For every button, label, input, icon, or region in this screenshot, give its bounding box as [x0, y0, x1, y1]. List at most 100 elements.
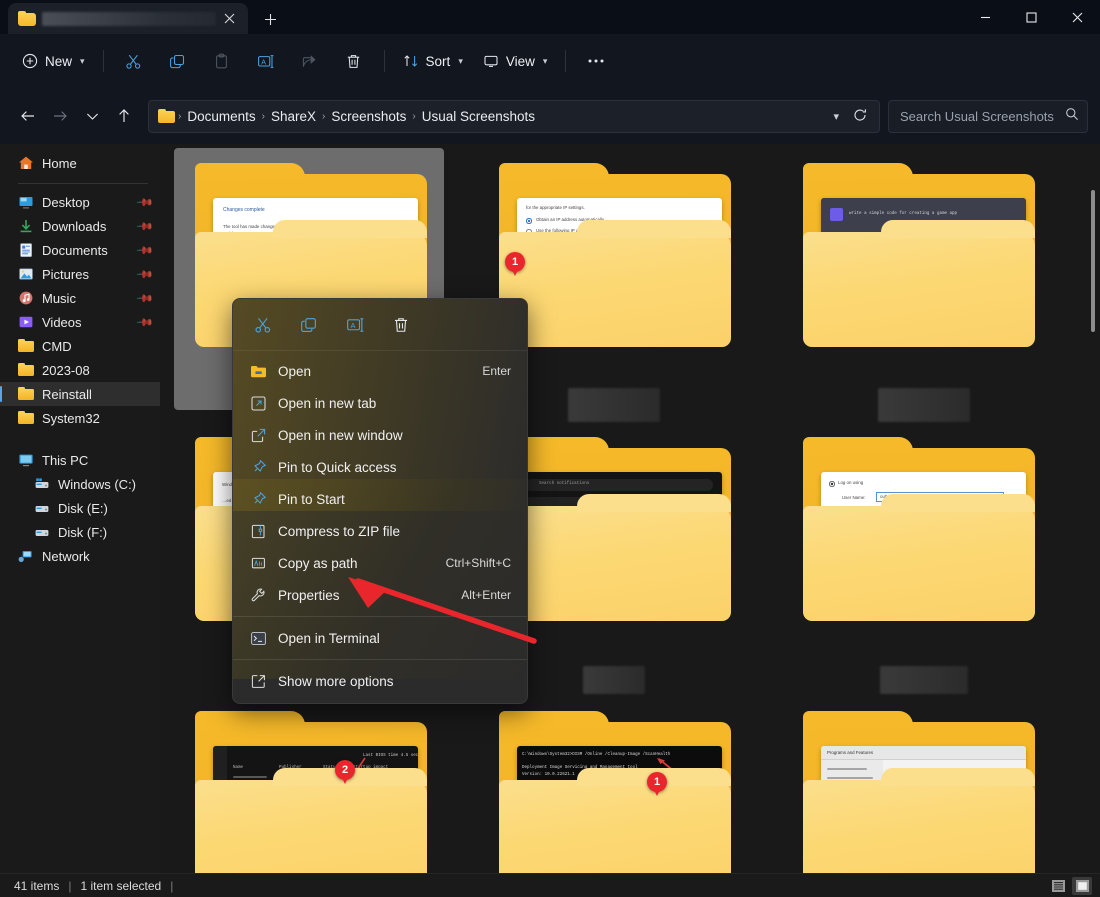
recent-locations-button[interactable] [76, 100, 108, 132]
sidebar-item-music[interactable]: Music 📌 [0, 286, 160, 310]
copy-button[interactable] [156, 44, 200, 78]
pin-icon [250, 459, 267, 476]
rename-button[interactable]: A [337, 308, 373, 342]
context-menu-item-properties[interactable]: Properties Alt+Enter [237, 579, 523, 611]
sidebar-item-disk-e[interactable]: Disk (E:) [0, 496, 160, 520]
sidebar-item-label: Disk (E:) [58, 501, 108, 516]
breadcrumb-item-usual-screenshots[interactable]: Usual Screenshots [417, 106, 540, 127]
sort-arrows-icon [403, 53, 419, 69]
copy-button[interactable] [291, 308, 327, 342]
context-menu-item-label: Show more options [278, 674, 394, 689]
breadcrumb-item-documents[interactable]: Documents [182, 106, 260, 127]
sidebar-gap [0, 430, 160, 439]
share-button[interactable] [288, 44, 332, 78]
context-menu-item-open-in-terminal[interactable]: Open in Terminal [237, 622, 523, 654]
forward-button[interactable] [44, 100, 76, 132]
sidebar-item-disk-f[interactable]: Disk (F:) [0, 520, 160, 544]
sidebar-item-cmd[interactable]: CMD [0, 334, 160, 358]
refresh-icon[interactable] [847, 108, 873, 125]
sidebar-item-label: Windows (C:) [58, 477, 136, 492]
breadcrumb-item-sharex[interactable]: ShareX [266, 106, 321, 127]
pin-icon[interactable]: 📌 [136, 289, 155, 308]
plus-circle-icon [22, 53, 38, 69]
more-options-button[interactable] [574, 44, 618, 78]
context-menu-item-pin-to-quick-access[interactable]: Pin to Quick access [237, 451, 523, 483]
sidebar-item-reinstall[interactable]: Reinstall [0, 382, 160, 406]
preview-row [233, 776, 267, 778]
search-input[interactable]: Search Usual Screenshots [888, 100, 1088, 133]
file-item-8[interactable]: C:\Windows\System32>DISM /Online /Cleanu… [478, 696, 782, 873]
sidebar-item-system32[interactable]: System32 [0, 406, 160, 430]
sidebar-item-this-pc[interactable]: This PC [0, 448, 160, 472]
file-item-3[interactable]: write a simple code for creating a game … [782, 148, 1086, 422]
navigation-pane[interactable]: Home Desktop 📌 Downloads 📌 Documents 📌 P… [0, 144, 160, 873]
context-menu-item-label: Open in new tab [278, 396, 376, 411]
new-button[interactable]: New ▾ [12, 44, 95, 78]
sidebar-item-documents[interactable]: Documents 📌 [0, 238, 160, 262]
file-item-7[interactable]: Last BIOS time 4.5 seconds Name Publishe… [174, 696, 478, 873]
delete-button[interactable] [332, 44, 376, 78]
status-separator: | [68, 879, 71, 893]
folder-icon [18, 362, 34, 378]
copy-path-icon [250, 555, 267, 572]
chevron-down-icon[interactable]: ▾ [825, 110, 847, 123]
context-menu-item-open[interactable]: Open Enter [237, 355, 523, 387]
sidebar-item-label: Disk (F:) [58, 525, 107, 540]
up-button[interactable] [108, 100, 140, 132]
view-button[interactable]: View ▾ [473, 44, 558, 78]
sort-button[interactable]: Sort ▾ [393, 44, 473, 78]
context-menu-item-compress-to-zip-file[interactable]: Compress to ZIP file [237, 515, 523, 547]
preview-text: Last BIOS time 4.5 seconds [363, 754, 418, 758]
sidebar-item-videos[interactable]: Videos 📌 [0, 310, 160, 334]
cut-button[interactable] [245, 308, 281, 342]
context-menu[interactable]: A Open Enter Open in new tab [232, 298, 528, 704]
window-controls [962, 0, 1100, 34]
maximize-icon[interactable] [1008, 0, 1054, 34]
sidebar-item-windows-c[interactable]: Windows (C:) [0, 472, 160, 496]
close-icon[interactable] [216, 6, 242, 32]
context-menu-item-show-more-options[interactable]: Show more options [237, 665, 523, 697]
annotation-badge: 1 [647, 772, 667, 792]
vertical-scrollbar[interactable] [1088, 144, 1098, 873]
pin-icon[interactable]: 📌 [136, 217, 155, 236]
scrollbar-thumb[interactable] [1091, 190, 1095, 332]
pin-icon[interactable]: 📌 [136, 241, 155, 260]
context-menu-item-open-in-new-window[interactable]: Open in new window [237, 419, 523, 451]
details-view-icon[interactable] [1048, 877, 1068, 895]
paste-button[interactable] [200, 44, 244, 78]
tab-strip [0, 0, 286, 34]
minimize-icon[interactable] [962, 0, 1008, 34]
sidebar-item-2023-08[interactable]: 2023-08 [0, 358, 160, 382]
back-button[interactable] [12, 100, 44, 132]
context-menu-item-open-in-new-tab[interactable]: Open in new tab [237, 387, 523, 419]
sidebar-item-network[interactable]: Network [0, 544, 160, 568]
sidebar-item-home[interactable]: Home [0, 149, 160, 177]
pin-icon[interactable]: 📌 [136, 193, 155, 212]
context-menu-item-shortcut: Ctrl+Shift+C [446, 556, 523, 570]
sidebar-item-desktop[interactable]: Desktop 📌 [0, 190, 160, 214]
selection-label: 1 item selected [80, 879, 161, 893]
folder-thumbnail: C:\Windows\System32>DISM /Online /Cleanu… [499, 722, 731, 873]
file-item-9[interactable]: Programs and Features [782, 696, 1086, 873]
context-menu-item-copy-as-path[interactable]: Copy as path Ctrl+Shift+C [237, 547, 523, 579]
rename-button[interactable]: A [244, 44, 288, 78]
folder-front [195, 780, 427, 873]
file-item-6[interactable]: Log on using User Name: outlook-username… [782, 422, 1086, 696]
pin-icon[interactable]: 📌 [136, 265, 155, 284]
new-tab-button[interactable] [254, 4, 286, 34]
toolbar-divider [103, 50, 104, 72]
cut-button[interactable] [112, 44, 156, 78]
context-menu-item-pin-to-start[interactable]: Pin to Start [237, 483, 523, 515]
breadcrumb[interactable]: › Documents › ShareX › Screenshots › Usu… [148, 100, 880, 133]
delete-button[interactable] [383, 308, 419, 342]
item-count-label: 41 items [14, 879, 59, 893]
sidebar-item-downloads[interactable]: Downloads 📌 [0, 214, 160, 238]
sidebar-item-pictures[interactable]: Pictures 📌 [0, 262, 160, 286]
search-icon[interactable] [1065, 107, 1079, 126]
breadcrumb-item-screenshots[interactable]: Screenshots [326, 106, 411, 127]
pin-icon[interactable]: 📌 [136, 313, 155, 332]
explorer-tab[interactable] [8, 3, 248, 34]
large-icons-view-icon[interactable] [1072, 877, 1092, 895]
sidebar-item-label: System32 [42, 411, 100, 426]
close-icon[interactable] [1054, 0, 1100, 34]
